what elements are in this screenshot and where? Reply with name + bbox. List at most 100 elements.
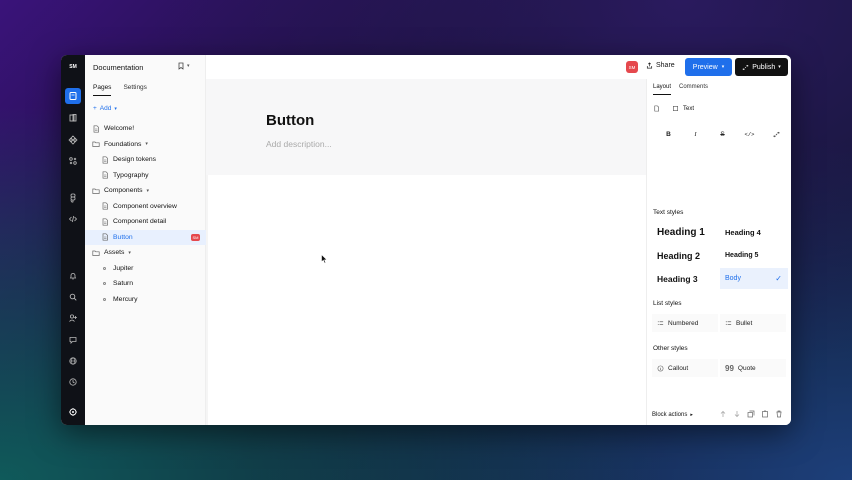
- block-type-text[interactable]: Text: [672, 105, 694, 112]
- dot-icon: [100, 279, 109, 288]
- style-quote[interactable]: 99 Quote: [720, 359, 786, 377]
- tree-item[interactable]: Components ▾: [85, 183, 206, 199]
- add-user-icon[interactable]: [65, 310, 81, 326]
- link-icon[interactable]: [763, 129, 790, 139]
- chevron-down-icon[interactable]: ▾: [147, 188, 150, 194]
- history-icon[interactable]: [65, 374, 81, 390]
- chevron-right-icon: ▸: [690, 412, 693, 418]
- tree-item[interactable]: Jupiter: [85, 261, 206, 277]
- chevron-down-icon: ▾: [114, 105, 117, 112]
- workspace-logo[interactable]: SM: [65, 61, 81, 73]
- avatar[interactable]: SM: [626, 61, 638, 73]
- editor-canvas[interactable]: Button Add description...: [206, 79, 646, 425]
- style-heading-3[interactable]: Heading 3: [652, 268, 720, 289]
- bullet-label: Bullet: [736, 319, 753, 327]
- library-icon[interactable]: [65, 110, 81, 126]
- page-icon: [100, 217, 109, 226]
- tree-item[interactable]: Component detail: [85, 214, 206, 230]
- page-icon: [91, 124, 100, 133]
- tree-item[interactable]: Saturn: [85, 276, 206, 292]
- dot-icon: [100, 264, 109, 273]
- style-body[interactable]: Body ✓: [720, 268, 788, 289]
- tab-pages[interactable]: Pages: [93, 84, 112, 96]
- italic-icon[interactable]: I: [682, 129, 709, 139]
- strikethrough-icon[interactable]: S: [709, 129, 736, 139]
- block-actions-menu[interactable]: Block actions ▸: [652, 412, 693, 418]
- other-styles-heading: Other styles: [653, 345, 688, 352]
- figma-icon[interactable]: [65, 190, 81, 206]
- tokens-icon[interactable]: [65, 153, 81, 169]
- plus-icon: +: [93, 105, 97, 112]
- chevron-down-icon[interactable]: ▾: [145, 141, 148, 147]
- tree-item[interactable]: Welcome!: [85, 121, 206, 137]
- tree-item[interactable]: Mercury: [85, 292, 206, 308]
- duplicate-icon[interactable]: [747, 410, 755, 418]
- block-type-label: Text: [683, 105, 695, 112]
- tree-item[interactable]: Design tokens: [85, 152, 206, 168]
- code-icon[interactable]: [65, 211, 81, 227]
- tab-settings[interactable]: Settings: [123, 84, 147, 96]
- tree-item[interactable]: Button SM: [85, 229, 206, 245]
- tree-item-label: Foundations: [104, 140, 142, 148]
- style-heading-4[interactable]: Heading 4: [720, 222, 788, 243]
- docs-icon[interactable]: [65, 88, 81, 104]
- style-numbered[interactable]: Numbered: [652, 314, 718, 332]
- tree-item-label: Jupiter: [113, 264, 134, 272]
- code-icon[interactable]: </>: [736, 129, 763, 139]
- block-actions-bar: Block actions ▸: [646, 406, 791, 425]
- style-heading-5[interactable]: Heading 5: [720, 245, 788, 266]
- style-bullet[interactable]: Bullet: [720, 314, 786, 332]
- move-up-icon[interactable]: [719, 410, 727, 418]
- page-icon[interactable]: [653, 105, 660, 112]
- delete-icon[interactable]: [775, 410, 783, 418]
- tree-item-label: Component overview: [113, 202, 177, 210]
- page-icon: [100, 233, 109, 242]
- numbered-list-icon: [657, 320, 664, 325]
- top-bar: SM Share Preview ▾ Publish ▾: [206, 55, 791, 79]
- search-icon[interactable]: [65, 289, 81, 305]
- style-callout[interactable]: Callout: [652, 359, 718, 377]
- share-button[interactable]: Share: [646, 62, 675, 69]
- move-down-icon[interactable]: [733, 410, 741, 418]
- page-icon: [100, 171, 109, 180]
- folder-icon: [91, 248, 100, 257]
- doc-name[interactable]: Documentation: [93, 63, 143, 72]
- tree-item[interactable]: Assets ▾: [85, 245, 206, 261]
- page-tree: Welcome! Foundations ▾ Design tokens Typogra…: [85, 121, 206, 307]
- style-heading-2[interactable]: Heading 2: [652, 245, 720, 266]
- page-title[interactable]: Button: [266, 112, 314, 129]
- chat-icon[interactable]: [65, 332, 81, 348]
- brand-icon[interactable]: [65, 404, 81, 420]
- quote-icon: 99: [725, 363, 734, 373]
- add-page-button[interactable]: + Add ▾: [93, 105, 117, 112]
- globe-icon[interactable]: [65, 353, 81, 369]
- bold-icon[interactable]: B: [655, 129, 682, 139]
- tree-item[interactable]: Typography: [85, 168, 206, 184]
- publish-button[interactable]: Publish ▾: [735, 58, 788, 76]
- copy-icon[interactable]: [761, 410, 769, 418]
- tree-item-label: Typography: [113, 171, 149, 179]
- tree-item[interactable]: Foundations ▾: [85, 137, 206, 153]
- components-icon[interactable]: [65, 132, 81, 148]
- tree-item[interactable]: Component overview: [85, 199, 206, 215]
- preview-button[interactable]: Preview ▾: [685, 58, 732, 76]
- tab-layout[interactable]: Layout: [653, 84, 672, 95]
- tab-comments[interactable]: Comments: [679, 84, 708, 95]
- tree-item-label: Assets: [104, 249, 125, 257]
- publish-label: Publish: [752, 63, 776, 71]
- page-icon: [100, 155, 109, 164]
- bell-icon[interactable]: [65, 268, 81, 284]
- text-styles-heading: Text styles: [653, 209, 684, 216]
- bullet-list-icon: [725, 320, 732, 325]
- preview-label: Preview: [692, 63, 718, 71]
- block-actions-label: Block actions: [652, 412, 688, 418]
- chevron-down-icon[interactable]: ▾: [128, 250, 131, 256]
- quote-label: Quote: [737, 364, 756, 372]
- avatar: SM: [191, 233, 200, 241]
- style-heading-1[interactable]: Heading 1: [652, 222, 720, 243]
- bookmark-menu[interactable]: ▾: [177, 62, 190, 70]
- tree-item-label: Components: [104, 187, 143, 195]
- tree-item-label: Design tokens: [113, 156, 157, 164]
- numbered-label: Numbered: [668, 319, 699, 327]
- description-input[interactable]: Add description...: [266, 139, 332, 149]
